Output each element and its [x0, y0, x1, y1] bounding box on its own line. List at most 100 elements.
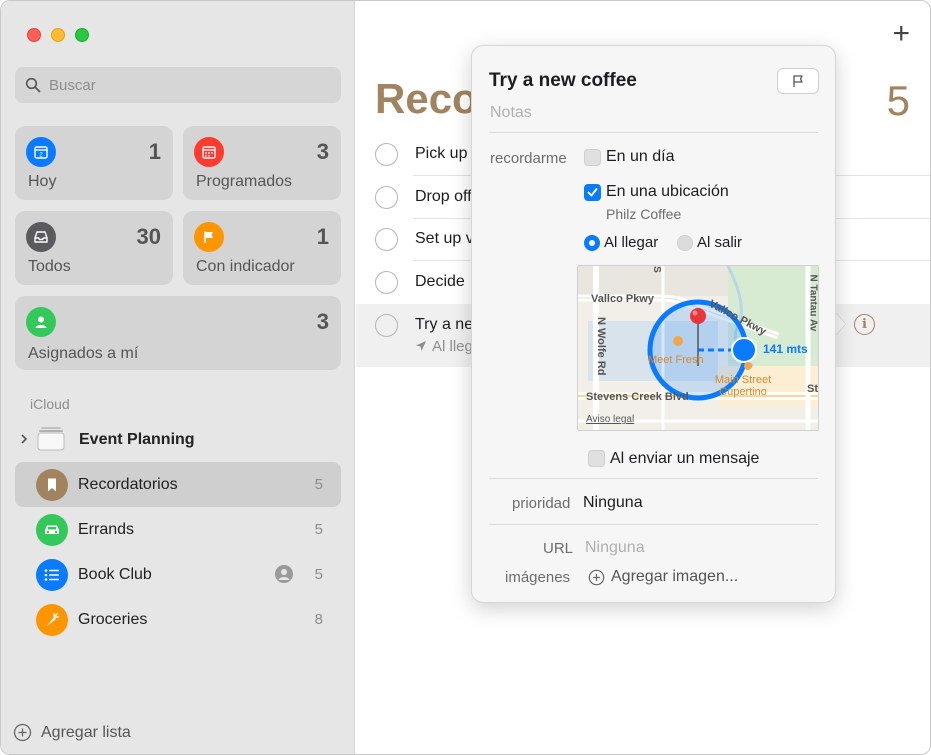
bookmark-icon: [36, 468, 68, 501]
map-street-label: N Tantau Av: [807, 274, 819, 332]
reminder-title[interactable]: Set up v: [415, 230, 474, 248]
window-controls: [27, 28, 89, 42]
reminders-window: 2 1 Hoy 3 Programados 30 Todos 1 Con ind…: [0, 0, 931, 755]
list-label: Groceries: [78, 610, 148, 628]
calendar-icon: [194, 137, 224, 167]
flag-button[interactable]: [777, 68, 819, 94]
reminder-title[interactable]: Try a ne: [415, 316, 473, 334]
checkmark-icon: [587, 188, 598, 197]
reminder-title[interactable]: Drop off: [415, 188, 472, 206]
smart-list-today[interactable]: 2 1 Hoy: [15, 126, 173, 200]
complete-checkbox[interactable]: [375, 186, 398, 209]
info-icon[interactable]: i: [854, 314, 875, 335]
plus-circle-icon: [588, 569, 605, 585]
map-street-label: St: [807, 383, 818, 395]
calendar-today-icon: 2: [26, 137, 56, 167]
location-label[interactable]: En una ubicación: [606, 183, 729, 201]
search-field[interactable]: [15, 67, 341, 103]
map-place-label: Main Street Cupertino: [714, 374, 772, 398]
map-street-label: Stevens Creek Blvd: [586, 391, 689, 403]
location-name[interactable]: Philz Coffee: [606, 206, 681, 222]
arriving-radio[interactable]: [584, 235, 600, 251]
add-reminder-button[interactable]: +: [892, 19, 910, 49]
message-checkbox[interactable]: [588, 450, 605, 467]
complete-checkbox[interactable]: [375, 314, 398, 337]
sidebar: 2 1 Hoy 3 Programados 30 Todos 1 Con ind…: [1, 1, 355, 754]
reminder-detail-popover: Try a new coffee Notas recordarme En un …: [471, 45, 836, 603]
zoom-window-button[interactable]: [75, 28, 89, 42]
minimize-window-button[interactable]: [51, 28, 65, 42]
priority-value[interactable]: Ninguna: [583, 494, 643, 512]
chevron-right-icon[interactable]: [19, 432, 33, 448]
flag-outline-icon: [793, 75, 803, 87]
map-legal-link[interactable]: Aviso legal: [586, 414, 634, 425]
map-street-label: N Wolfe Rd: [595, 317, 607, 376]
smart-list-count: 30: [136, 224, 161, 249]
tray-icon: [26, 222, 56, 252]
list-count: 5: [314, 566, 323, 583]
message-label[interactable]: Al enviar un mensaje: [610, 450, 759, 468]
smart-list-count: 3: [316, 139, 329, 164]
on-day-checkbox[interactable]: [584, 149, 601, 166]
leaving-radio[interactable]: [677, 235, 693, 251]
geofence-radius-label: 141 mts: [763, 342, 808, 356]
on-day-label[interactable]: En un día: [606, 148, 675, 166]
popover-title[interactable]: Try a new coffee: [489, 70, 637, 92]
reminder-title[interactable]: Decide: [415, 273, 465, 291]
person-icon: [26, 307, 56, 337]
smart-list-label: Hoy: [28, 173, 57, 190]
smart-list-label: Asignados a mí: [28, 345, 139, 362]
section-label-icloud: iCloud: [30, 396, 70, 412]
complete-checkbox[interactable]: [375, 228, 398, 251]
reminder-title[interactable]: Pick up: [415, 145, 467, 163]
location-checkbox[interactable]: [584, 184, 601, 201]
remind-me-label: recordarme: [490, 150, 567, 167]
carrot-icon: [36, 603, 68, 636]
smart-list-count: 1: [148, 139, 161, 164]
list-count-large: 5: [886, 77, 910, 124]
notes-field[interactable]: Notas: [490, 104, 532, 122]
list-book-club[interactable]: Book Club 5: [15, 552, 341, 597]
smart-list-scheduled[interactable]: 3 Programados: [183, 126, 341, 200]
smart-list-flagged[interactable]: 1 Con indicador: [183, 211, 341, 285]
priority-label: prioridad: [512, 495, 571, 512]
list-label: Errands: [78, 520, 135, 538]
smart-list-all[interactable]: 30 Todos: [15, 211, 173, 285]
complete-checkbox[interactable]: [375, 271, 398, 294]
images-label: imágenes: [505, 569, 571, 586]
location-map[interactable]: Vallco Pkwy N Wolfe Rd Stevens Creek Blv…: [577, 265, 819, 431]
list-count: 5: [314, 476, 323, 493]
complete-checkbox[interactable]: [375, 143, 398, 166]
smart-list-label: Todos: [28, 258, 71, 275]
divider: [489, 478, 818, 479]
url-field[interactable]: Ninguna: [585, 539, 645, 557]
group-label: Event Planning: [79, 431, 195, 448]
url-label: URL: [543, 540, 574, 557]
list-count: 8: [314, 611, 323, 628]
divider: [489, 132, 818, 133]
list-label: Recordatorios: [78, 475, 178, 493]
smart-list-label: Programados: [196, 173, 293, 190]
flag-icon: [194, 222, 224, 252]
add-image-button[interactable]: Agregar imagen...: [588, 568, 738, 586]
divider: [489, 524, 818, 525]
group-event-planning[interactable]: Event Planning: [15, 424, 341, 456]
list-count: 5: [314, 521, 323, 538]
search-input[interactable]: [49, 76, 329, 94]
list-groceries[interactable]: Groceries 8: [15, 597, 341, 642]
list-icon: [36, 558, 68, 591]
leaving-label[interactable]: Al salir: [697, 234, 742, 251]
list-recordatorios[interactable]: Recordatorios 5: [15, 462, 341, 507]
smart-list-count: 3: [316, 309, 329, 334]
reminder-location-subtitle: Al lleg: [415, 338, 473, 355]
arriving-label[interactable]: Al llegar: [604, 234, 658, 251]
location-arrow-icon: [416, 341, 426, 351]
add-list-button[interactable]: Agregar lista: [13, 723, 131, 742]
list-title: Reco: [375, 75, 478, 122]
list-label: Book Club: [78, 565, 152, 583]
list-errands[interactable]: Errands 5: [15, 507, 341, 552]
map-street-label: Vallco Pkwy: [591, 293, 654, 305]
smart-list-assigned[interactable]: 3 Asignados a mí: [15, 296, 341, 370]
folder-stack-icon: [37, 425, 65, 456]
close-window-button[interactable]: [27, 28, 41, 42]
